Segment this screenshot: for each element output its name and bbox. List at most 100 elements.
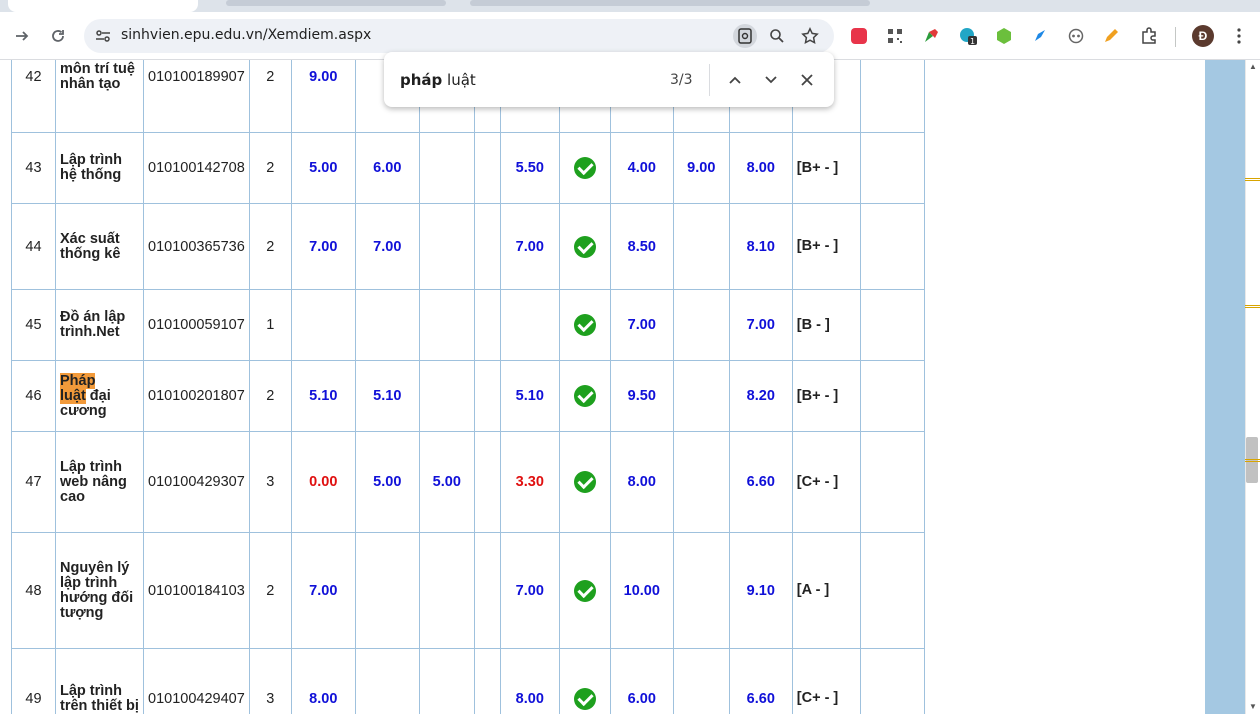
find-bar: pháp luật 3/3 (384, 52, 834, 107)
grade-cell (672, 289, 730, 361)
grade-cell: 0.00 (290, 431, 356, 533)
grade-cell: 5.10 (354, 360, 420, 432)
find-match-count: 3/3 (670, 72, 693, 88)
subject-code: 010100142708 (143, 132, 250, 204)
bookmark-star-icon[interactable] (798, 24, 822, 48)
extension-qr-icon[interactable] (882, 23, 908, 49)
grade-cell (473, 132, 501, 204)
svg-text:1: 1 (970, 37, 975, 46)
find-close-button[interactable] (794, 67, 820, 93)
find-divider (709, 64, 710, 96)
row-number: 44 (11, 203, 56, 290)
zoom-icon[interactable] (765, 24, 789, 48)
grade-cell (354, 648, 420, 714)
grade-cell: 8.00 (499, 648, 560, 714)
grade-cell (290, 289, 356, 361)
grade-cell: 5.50 (499, 132, 560, 204)
browser-menu-icon[interactable] (1226, 23, 1252, 49)
grade-cell (672, 532, 730, 649)
site-info-icon[interactable] (92, 25, 114, 47)
address-bar[interactable]: sinhvien.epu.edu.vn/Xemdiem.aspx (84, 19, 834, 53)
grade-cell (672, 648, 730, 714)
grade-cell: 5.10 (499, 360, 560, 432)
final-grade: 6.60 (728, 431, 793, 533)
row-number: 45 (11, 289, 56, 361)
check-circle-icon (573, 579, 596, 602)
empty-cell (859, 132, 925, 204)
pass-status (558, 532, 611, 649)
grade-cell (473, 203, 501, 290)
extension-pencil-icon[interactable] (1098, 23, 1124, 49)
grade-cell: 3.30 (499, 431, 560, 533)
scroll-down-arrow-icon[interactable]: ▼ (1248, 702, 1258, 711)
page-scrollbar[interactable] (1245, 60, 1260, 714)
exam-grade: 6.00 (609, 648, 674, 714)
grade-cell (418, 648, 475, 714)
active-tab[interactable] (8, 0, 198, 12)
subject-name: Pháp luật đại cương (55, 360, 144, 432)
empty-cell (859, 360, 925, 432)
final-grade: 8.00 (728, 132, 793, 204)
grade-cell: 9.00 (290, 60, 356, 133)
subject-name: Lập trình web nâng cao (55, 431, 144, 533)
extension-badge-icon[interactable]: 1 (955, 23, 981, 49)
find-next-button[interactable] (758, 67, 784, 93)
grade-cell (354, 289, 420, 361)
extension-red-icon[interactable] (846, 23, 872, 49)
profile-avatar[interactable]: Đ (1192, 25, 1214, 47)
letter-grade: [C+ - ] (791, 431, 861, 533)
empty-cell (859, 532, 925, 649)
check-circle-icon (573, 235, 596, 258)
tab-inactive[interactable] (226, 0, 446, 6)
table-row: 45 Đồ án lập trình.Net 010100059107 1 7.00 7.… (11, 289, 925, 361)
credits: 3 (248, 431, 292, 533)
grade-cell: 5.00 (290, 132, 356, 204)
grade-cell (418, 132, 475, 204)
exam-grade: 10.00 (609, 532, 674, 649)
exam-grade: 4.00 (609, 132, 674, 204)
grades-table: 42môn trí tuệ nhân tạo01010018990729.00[… (11, 60, 925, 714)
extension-mask-icon[interactable] (1063, 23, 1089, 49)
grade-cell (473, 532, 501, 649)
grade-cell (473, 648, 501, 714)
extension-hexagon-icon[interactable] (991, 23, 1017, 49)
subject-name: Lập trình trên thiết bị (55, 648, 144, 714)
extensions-puzzle-icon[interactable] (1136, 23, 1162, 49)
tab-inactive[interactable] (470, 0, 870, 6)
close-icon (801, 74, 813, 86)
grade-cell (418, 360, 475, 432)
extension-rocket-icon[interactable] (1027, 23, 1053, 49)
url-text[interactable]: sinhvien.epu.edu.vn/Xemdiem.aspx (121, 27, 371, 43)
pass-status (558, 360, 611, 432)
credits: 2 (248, 203, 292, 290)
reload-icon (52, 30, 64, 42)
final-grade: 9.10 (728, 532, 793, 649)
row-number: 46 (11, 360, 56, 432)
table-row: 47 Lập trình web nâng cao 010100429307 3 0.0… (11, 431, 925, 533)
grade-cell (473, 360, 501, 432)
exam-grade: 7.00 (609, 289, 674, 361)
final-grade: 7.00 (728, 289, 793, 361)
pass-status (558, 289, 611, 361)
row-number: 42 (11, 60, 56, 133)
grade-cell: 7.00 (354, 203, 420, 290)
pass-status (558, 431, 611, 533)
tab-strip (0, 0, 1260, 12)
find-previous-button[interactable] (722, 67, 748, 93)
reload-button[interactable] (44, 22, 72, 50)
final-grade: 6.60 (728, 648, 793, 714)
page-content: 42môn trí tuệ nhân tạo01010018990729.00[… (0, 60, 1245, 714)
row-number: 43 (11, 132, 56, 204)
find-input[interactable]: pháp luật (400, 71, 476, 89)
grade-cell (672, 203, 730, 290)
grade-cell: 6.00 (354, 132, 420, 204)
extension-color-pen-icon[interactable] (918, 23, 944, 49)
forward-button[interactable] (8, 22, 36, 50)
grade-cell (473, 431, 501, 533)
grade-cell: 5.00 (354, 431, 420, 533)
subject-name: Nguyên lý lập trình hướng đối tượng (55, 532, 144, 649)
scroll-up-arrow-icon[interactable]: ▲ (1248, 62, 1258, 71)
table-row: 44 Xác suất thống kê 010100365736 2 7.00 7.00… (11, 203, 925, 290)
grade-cell (354, 532, 420, 649)
find-in-page-icon[interactable] (733, 24, 757, 48)
